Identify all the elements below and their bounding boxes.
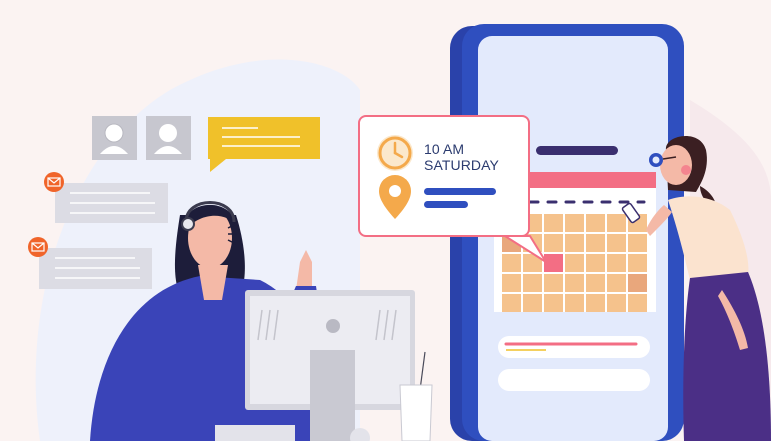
calendar-day-cell — [523, 294, 542, 312]
mail-icon — [44, 172, 64, 192]
calendar-day-cell — [523, 274, 542, 292]
clock-icon — [377, 135, 413, 171]
calendar-day-cell — [607, 274, 626, 292]
appointment-card: 10 AM SATURDAY — [358, 115, 530, 237]
calendar-day-cell — [607, 294, 626, 312]
appointment-time: 10 AM — [424, 141, 465, 157]
calendar-day-cell — [565, 274, 584, 292]
calendar-day-cell — [544, 214, 563, 232]
calendar-day-cell — [565, 234, 584, 252]
location-pin-icon — [379, 175, 411, 219]
calendar-day-cell — [544, 234, 563, 252]
mail-icon — [28, 237, 48, 257]
calendar-day-cell — [628, 234, 647, 252]
calendar-day-cell — [565, 214, 584, 232]
calendar-day-cell — [544, 294, 563, 312]
appointment-card-icons — [377, 135, 496, 219]
calendar-day-cell — [628, 294, 647, 312]
calendar-day-cell — [607, 234, 626, 252]
calendar-day-cell — [544, 254, 563, 272]
calendar-day-cell — [607, 254, 626, 272]
calendar-day-cell — [628, 274, 647, 292]
avatar-card-2 — [146, 116, 191, 160]
appointment-day: SATURDAY — [424, 157, 499, 173]
calendar-day-cell — [565, 254, 584, 272]
calendar-day-cell — [628, 254, 647, 272]
calendar-day-cell — [586, 214, 605, 232]
calendar-day-cell — [565, 294, 584, 312]
calendar-day-cell — [586, 274, 605, 292]
calendar-day-cell — [502, 254, 521, 272]
calendar-day-cell — [607, 214, 626, 232]
calendar-day-cell — [502, 274, 521, 292]
calendar-day-cell — [544, 274, 563, 292]
calendar-day-cell — [586, 294, 605, 312]
avatar-card-1 — [92, 116, 137, 160]
calendar-day-cell — [586, 234, 605, 252]
calendar-day-cell — [586, 254, 605, 272]
calendar-day-cell — [502, 294, 521, 312]
